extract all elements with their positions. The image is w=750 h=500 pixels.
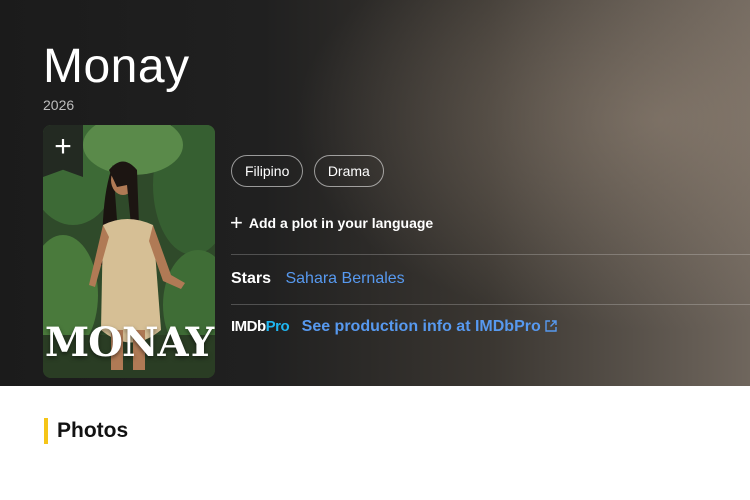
poster-title-logo: MONAY (44, 319, 214, 366)
imdbpro-row: IMDbPro See production info at IMDbPro (231, 318, 557, 336)
imdbpro-logo[interactable]: IMDbPro (231, 318, 290, 335)
genre-chip[interactable]: Filipino (231, 155, 304, 187)
title-hero: Monay 2026 + MONAY Filipino Drama + Add … (0, 0, 750, 386)
photos-heading[interactable]: Photos (44, 418, 128, 444)
external-link-icon (545, 320, 557, 332)
plus-icon: + (54, 130, 72, 163)
divider (231, 254, 750, 255)
divider (231, 304, 750, 305)
release-year[interactable]: 2026 (43, 97, 74, 113)
star-link[interactable]: Sahara Bernales (285, 270, 404, 287)
add-plot-label: Add a plot in your language (248, 215, 434, 231)
stars-label: Stars (231, 270, 272, 287)
page-title: Monay (43, 40, 190, 93)
add-plot-button[interactable]: + Add a plot in your language (230, 210, 433, 236)
genre-chips: Filipino Drama (231, 155, 390, 187)
imdbpro-link[interactable]: See production info at IMDbPro (302, 318, 557, 335)
add-to-watchlist-button[interactable]: + (43, 125, 83, 177)
genre-chip[interactable]: Drama (313, 155, 384, 187)
poster[interactable]: + MONAY (43, 125, 215, 378)
stars-row: Stars Sahara Bernales (231, 270, 405, 288)
plus-icon: + (230, 210, 243, 235)
